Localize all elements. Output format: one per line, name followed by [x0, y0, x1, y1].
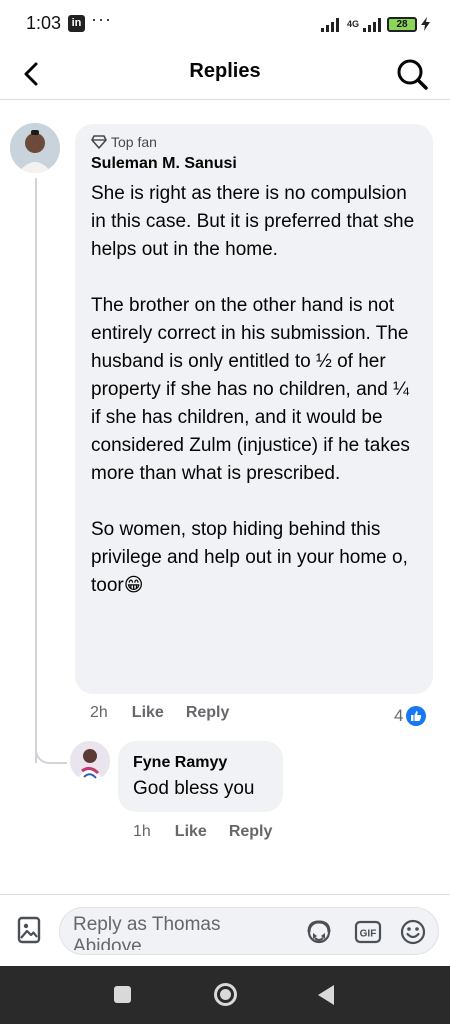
charging-icon	[421, 17, 430, 31]
svg-text:GIF: GIF	[360, 929, 377, 940]
emoji-icon	[400, 919, 426, 945]
avatar-sticker-button[interactable]	[304, 917, 334, 947]
status-time: 1:03	[26, 13, 62, 33]
system-nav-bar	[0, 966, 450, 1024]
reply-text: God bless you	[133, 778, 255, 799]
thread-connector	[35, 738, 67, 764]
page-title: Replies	[189, 60, 261, 82]
top-fan-label: Top fan	[111, 134, 157, 150]
photo-button[interactable]	[14, 915, 44, 945]
diamond-icon	[91, 135, 107, 149]
thread-line	[35, 178, 37, 763]
header: Replies	[0, 48, 450, 100]
avatar[interactable]	[10, 123, 60, 173]
reply-bubble[interactable]: Fyne Ramyy God bless you	[118, 741, 283, 812]
avatar-sticker-icon	[307, 920, 331, 944]
network-type-label: 4G	[346, 18, 359, 29]
battery-icon: 28	[387, 16, 417, 32]
status-more-icon: ···	[91, 9, 112, 29]
comment-bubble[interactable]: Top fan Suleman M. Sanusi She is right a…	[75, 124, 433, 694]
linkedin-icon: in	[68, 15, 85, 32]
comment-time: 2h	[90, 704, 108, 721]
comment-paragraph: So women, stop hiding behind this privil…	[91, 519, 408, 596]
gif-button[interactable]: GIF	[353, 917, 383, 947]
reply-composer: Reply as Thomas Abidoye GIF	[0, 894, 450, 966]
reply-author[interactable]: Fyne Ramyy	[133, 754, 227, 772]
status-indicators: 4G 28	[320, 14, 430, 34]
top-fan-badge: Top fan	[91, 134, 157, 150]
reaction-count: 4	[394, 706, 404, 725]
home-button[interactable]	[214, 983, 237, 1006]
comment-paragraph: The brother on the other hand is not ent…	[91, 295, 410, 484]
comment-author[interactable]: Suleman M. Sanusi	[91, 155, 237, 173]
comment-paragraph: She is right as there is no compulsion i…	[91, 183, 415, 260]
profile-photo-icon	[10, 123, 60, 173]
recents-button[interactable]	[114, 986, 131, 1003]
gif-icon: GIF	[354, 920, 382, 944]
like-button[interactable]: Like	[132, 704, 164, 722]
reply-actions: 1h Like Reply	[133, 823, 272, 841]
reply-input[interactable]: Reply as Thomas Abidoye GIF	[59, 907, 439, 955]
reply-avatar[interactable]	[70, 741, 110, 781]
signal-icon-2	[363, 18, 381, 32]
reply-time: 1h	[133, 823, 151, 840]
emoji-button[interactable]	[398, 917, 428, 947]
reply-like-button[interactable]: Like	[175, 823, 207, 841]
system-back-button[interactable]	[318, 985, 334, 1005]
comment-text: She is right as there is no compulsion i…	[91, 180, 421, 600]
signal-icon	[320, 18, 339, 32]
battery-level: 28	[396, 18, 408, 30]
search-button[interactable]	[392, 54, 432, 94]
reply-reply-button[interactable]: Reply	[229, 823, 273, 841]
comment-actions: 2h Like Reply	[90, 704, 229, 722]
reply-input-placeholder[interactable]: Reply as Thomas Abidoye	[73, 914, 243, 950]
like-reaction-icon	[406, 706, 427, 726]
profile-photo-icon	[70, 741, 110, 781]
status-bar: 1:03 in ··· 4G 28	[0, 0, 450, 48]
image-icon	[17, 916, 41, 944]
reply-button[interactable]: Reply	[186, 704, 230, 722]
search-icon	[397, 59, 428, 90]
reaction-summary[interactable]: 4	[394, 706, 427, 726]
